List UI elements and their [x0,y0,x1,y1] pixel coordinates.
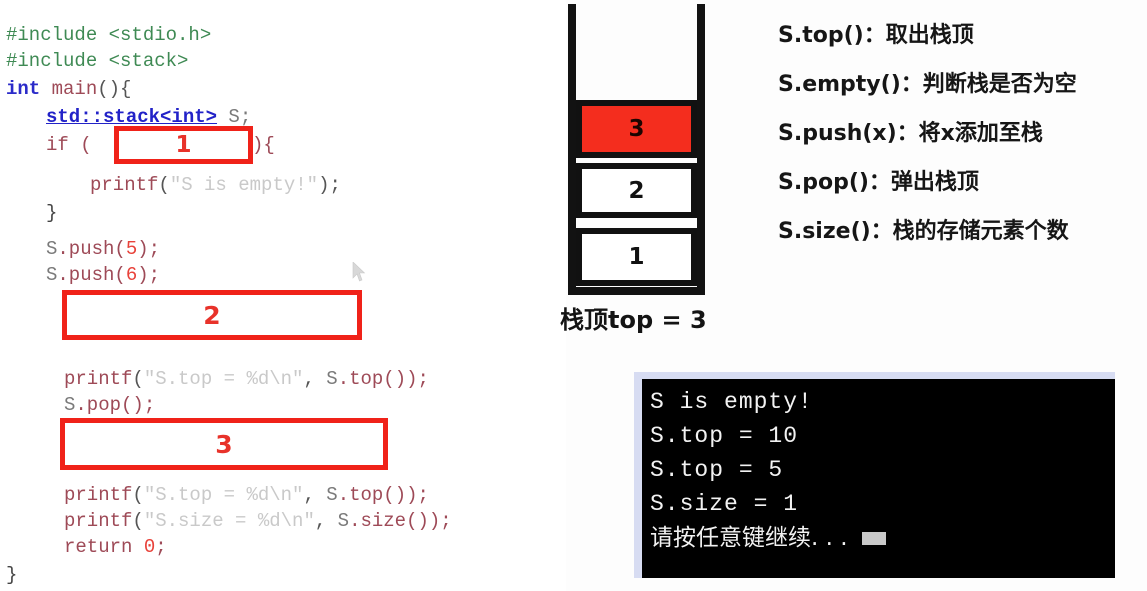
code-token: } [46,202,58,224]
code-token: S [64,394,76,416]
code-token: 0 [143,536,156,558]
code-line: S.pop(); [64,392,155,418]
code-token: S [46,264,58,286]
code-token: int [6,78,52,100]
stack-api-legend: S.top()：取出栈顶 S.empty()：判断栈是否为空 S.push(x)：将… [778,16,1147,261]
code-token: ( [132,368,144,390]
code-token: .size()); [349,510,452,532]
code-token: 6 [125,264,138,286]
console-window: S is empty! S.top = 10 S.top = 5 S.size = 1… [634,372,1115,578]
code-line: #include <stack> [6,48,188,74]
stack-diagram: 32 1 栈顶top = 3 [560,0,720,340]
legend-line: S.top()：取出栈顶 [778,23,974,48]
code-token: return [64,536,144,558]
blank-box-2[interactable]: 2 [62,290,362,340]
code-token: "S.top = %d\n" [143,484,304,506]
blank-box-1[interactable]: 1 [114,126,253,164]
code-token: "S.top = %d\n" [143,368,304,390]
code-token: , [303,484,327,506]
code-token: #include <stdio.h> [6,24,212,46]
code-token: } [6,564,18,586]
code-token: .top()); [337,368,429,390]
stack-wall-left [568,4,576,295]
console-output-area: S is empty! S.top = 10 S.top = 5 S.size = 1… [642,379,1115,578]
console-line: S.size = 1 [650,491,799,517]
code-line: printf("S is empty!"); [90,172,341,198]
code-token: S [326,368,338,390]
code-token: .push( [57,264,126,286]
code-token: main [51,78,98,100]
code-token: ( [132,484,144,506]
code-token: #include <stack> [6,50,189,72]
mouse-cursor-icon [352,262,366,282]
code-token: ); [137,264,161,286]
stack-wall-bottom [568,287,705,295]
stack-cell: 1 [576,228,697,286]
code-token: if ( [46,134,92,156]
console-prompt-line: 请按任意键继续. . . [650,521,1115,555]
code-line: } [46,200,57,226]
code-token: S [46,238,58,260]
legend-line: S.size()：栈的存储元素个数 [778,219,1069,244]
code-token: ); [318,174,341,196]
code-token: S [326,484,338,506]
code-token: ( [132,510,144,532]
console-prompt-text: 请按任意键继续. . . [650,525,848,551]
code-token: S [337,510,350,532]
code-line: #include <stdio.h> [6,22,211,48]
code-token: S; [217,106,252,128]
console-line: S.top = 10 [650,423,799,449]
code-line: printf("S.top = %d\n", S.top()); [64,366,429,392]
legend-line: S.pop()：弹出栈顶 [778,170,979,195]
code-token: 5 [125,238,138,260]
code-token: ; [155,536,167,558]
code-token: printf [64,484,133,506]
code-token: , [314,510,338,532]
code-line: printf("S.top = %d\n", S.top()); [64,482,429,508]
stack-top-caption: 栈顶top = 3 [560,306,707,334]
legend-line: S.empty()：判断栈是否为空 [778,72,1077,97]
stack-cell: 2 [576,163,697,218]
code-token: printf [64,368,133,390]
code-token: ( [158,174,170,196]
stack-cell-top: 3 [576,100,697,158]
stack-wall-right [697,4,705,295]
code-line: } [6,562,17,588]
code-token: .pop(); [75,394,156,416]
legend-line: S.push(x)：将x添加至栈 [778,121,1043,146]
code-token: "S is empty!" [169,174,319,196]
console-line: S.top = 5 [650,457,784,483]
code-line: S.push(6); [46,262,160,288]
code-token: std::stack<int> [46,106,218,128]
code-line: int main(){ [6,76,131,102]
code-line: printf("S.size = %d\n", S.size()); [64,508,452,534]
code-token: printf [90,174,159,196]
code-line: if ( [46,132,92,158]
code-token: ); [137,238,161,260]
console-cursor [861,532,886,545]
code-token: , [303,368,327,390]
code-token: .top()); [337,484,429,506]
code-line: return 0; [64,534,167,560]
code-token: .push( [57,238,126,260]
console-line: S is empty! [650,389,813,415]
code-token: "S.size = %d\n" [143,510,315,532]
code-if-closing-paren: ){ [252,134,275,156]
slide-canvas: #include <stdio.h> #include <stack> int ma… [0,0,1147,591]
code-token: (){ [97,78,132,100]
code-token: printf [64,510,133,532]
code-line: S.push(5); [46,236,160,262]
blank-box-3[interactable]: 3 [60,418,388,470]
